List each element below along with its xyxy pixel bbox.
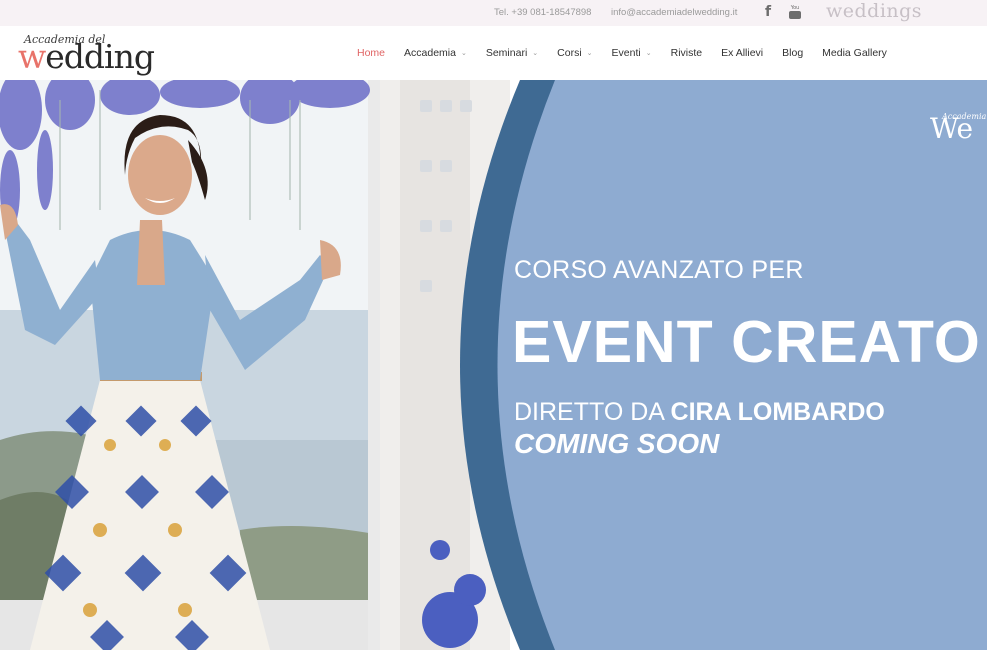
youtube-icon-box xyxy=(789,11,801,19)
nav-item-accademia[interactable]: Accademia ⌄ xyxy=(404,47,467,59)
chevron-down-icon: ⌄ xyxy=(460,49,467,57)
hero-director-prefix: DIRETTO DA xyxy=(514,398,671,426)
hero-mini-logo: We Accademia xyxy=(930,106,987,150)
hero-coming-soon: COMING SOON xyxy=(514,428,720,459)
logo-rest-text: edding xyxy=(45,37,155,76)
logo-accent-letter: w xyxy=(18,37,46,76)
chevron-down-icon: ⌄ xyxy=(532,49,539,57)
nav-item-eventi[interactable]: Eventi ⌄ xyxy=(612,47,652,59)
hero-subtitle: CORSO AVANZATO PER xyxy=(514,256,804,284)
nav-item-home[interactable]: Home xyxy=(357,47,385,59)
nav-item-seminari[interactable]: Seminari ⌄ xyxy=(486,47,538,59)
weddings-partner-logo[interactable]: weddings xyxy=(826,0,922,22)
facebook-icon[interactable]: f xyxy=(765,4,771,20)
nav-item-label: Media Gallery xyxy=(822,47,887,59)
hero-director: DIRETTO DA CIRA LOMBARDO xyxy=(514,398,885,427)
site-logo[interactable]: Accademia del wedding xyxy=(16,33,156,76)
hero-mini-logo-small: Accademia xyxy=(942,112,987,121)
nav-item-label: Riviste xyxy=(670,47,703,59)
top-bar: Tel. +39 081-18547898 info@accademiadelw… xyxy=(0,0,987,26)
youtube-icon[interactable]: You xyxy=(789,5,801,21)
chevron-down-icon: ⌄ xyxy=(645,49,652,57)
main-nav: Home Accademia ⌄ Seminari ⌄ Corsi ⌄ Eventi ⌄… xyxy=(357,47,887,59)
nav-item-label: Ex Allievi xyxy=(721,47,764,59)
hero-title: EVENT CREATO xyxy=(512,309,981,375)
nav-item-label: Corsi xyxy=(557,47,582,59)
email-link[interactable]: info@accademiadelwedding.it xyxy=(611,7,737,18)
nav-item-label: Seminari xyxy=(485,47,528,59)
hero-director-name: CIRA LOMBARDO xyxy=(670,398,885,426)
nav-item-ex-allievi[interactable]: Ex Allievi xyxy=(721,47,763,59)
hero-slider[interactable]: We Accademia CORSO AVANZATO PER EVENT CR… xyxy=(0,80,987,650)
nav-item-label: Home xyxy=(357,47,386,59)
logo-big-text: wedding xyxy=(18,37,155,76)
nav-item-label: Eventi xyxy=(611,47,641,59)
nav-item-corsi[interactable]: Corsi ⌄ xyxy=(557,47,592,59)
youtube-icon-text: You xyxy=(790,5,800,11)
phone-link[interactable]: Tel. +39 081-18547898 xyxy=(494,7,591,18)
nav-item-label: Accademia xyxy=(404,47,456,59)
nav-item-label: Blog xyxy=(782,47,804,59)
nav-item-riviste[interactable]: Riviste xyxy=(671,47,703,59)
nav-item-blog[interactable]: Blog xyxy=(782,47,803,59)
site-header: Accademia del wedding Home Accademia ⌄ Se… xyxy=(0,26,987,80)
chevron-down-icon: ⌄ xyxy=(586,49,593,57)
nav-item-media-gallery[interactable]: Media Gallery xyxy=(822,47,887,59)
